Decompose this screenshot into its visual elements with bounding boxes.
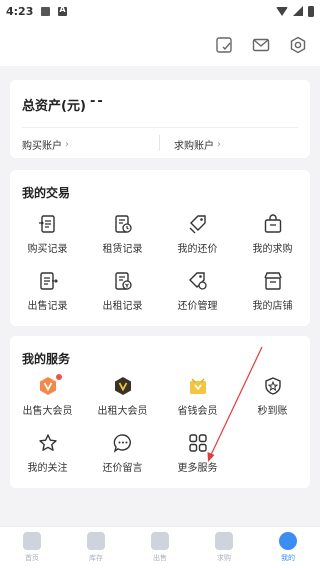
my-request-icon: [264, 214, 281, 233]
service-item-bargain-message[interactable]: 还价留言: [85, 433, 160, 477]
trade-item-label: 购买记录: [27, 244, 68, 255]
assets-card: 总资产(元) -- 购买账户 › 求购账户 ›: [10, 80, 310, 158]
tab-request[interactable]: 求购: [192, 527, 256, 568]
chevron-right-icon: ›: [217, 139, 221, 150]
rent-record-icon: [114, 215, 132, 233]
inventory-icon: [87, 532, 105, 550]
service-item-label: 我的关注: [27, 463, 68, 474]
tab-label: 求购: [217, 554, 231, 562]
edit-icon[interactable]: [215, 36, 233, 54]
battery-icon: [308, 5, 314, 17]
settings-icon[interactable]: [289, 36, 307, 54]
service-item-label: 更多服务: [177, 463, 218, 474]
sell-record-icon: [39, 272, 58, 290]
divider: [22, 127, 298, 128]
my-service-card: 我的服务 出售大会员 出租大会员 省钱会员 秒到账 我的关注 还价留言 更多服务: [10, 336, 310, 488]
trade-item-label: 出租记录: [102, 301, 143, 312]
lease-record-icon: [114, 272, 132, 290]
tab-label: 我的: [281, 554, 295, 562]
trade-item-my-store[interactable]: 我的店铺: [235, 271, 310, 315]
tab-label: 首页: [25, 554, 39, 562]
tab-label: 出售: [153, 554, 167, 562]
divider: [159, 135, 160, 151]
service-item-save-money-vip[interactable]: 省钱会员: [160, 376, 235, 420]
trade-item-label: 我的店铺: [252, 301, 293, 312]
trade-item-label: 租赁记录: [102, 244, 143, 255]
service-item-instant-credit[interactable]: 秒到账: [235, 376, 310, 420]
buy-account-label: 购买账户: [22, 141, 62, 152]
bargain-manage-icon: [188, 272, 207, 290]
home-icon: [23, 532, 41, 550]
chevron-right-icon: ›: [65, 139, 69, 150]
trade-item-bargain-manage[interactable]: 还价管理: [160, 271, 235, 315]
app-notification-icon: [58, 5, 68, 16]
service-item-label: 秒到账: [257, 406, 288, 417]
trade-item-label: 我的求购: [252, 244, 293, 255]
wifi-icon: [276, 6, 288, 16]
tab-home[interactable]: 首页: [0, 527, 64, 568]
store-icon: [263, 272, 282, 290]
top-bar: [0, 22, 320, 66]
buy-record-icon: [38, 215, 55, 233]
service-item-label: 出租大会员: [97, 406, 148, 417]
trade-item-rent-record[interactable]: 租赁记录: [85, 214, 160, 258]
save-money-vip-icon: [189, 378, 206, 394]
status-bar: 4:23: [0, 0, 320, 22]
service-item-my-follow[interactable]: 我的关注: [10, 433, 85, 477]
profile-icon: [279, 532, 297, 550]
sell-icon: [151, 532, 169, 550]
bottom-tab-bar: 首页 库存 出售 求购 我的: [0, 526, 320, 568]
my-trade-title: 我的交易: [22, 186, 71, 200]
buy-account-link[interactable]: 购买账户 ›: [22, 137, 69, 152]
service-item-sell-vip[interactable]: 出售大会员: [10, 374, 85, 420]
status-icons: [276, 5, 314, 17]
my-service-title: 我的服务: [22, 352, 71, 366]
notification-icon: [41, 6, 51, 16]
star-icon: [38, 434, 57, 451]
trade-item-label: 我的还价: [177, 244, 218, 255]
message-icon: [113, 434, 131, 453]
sell-vip-icon: [39, 377, 56, 395]
rent-vip-icon: [114, 377, 131, 395]
trade-item-sell-record[interactable]: 出售记录: [10, 271, 85, 315]
service-item-label: 出售大会员: [22, 406, 73, 417]
total-assets-value: --: [90, 94, 105, 109]
instant-credit-icon: [264, 377, 281, 395]
trade-item-label: 还价管理: [177, 301, 218, 312]
trade-item-lease-record[interactable]: 出租记录: [85, 271, 160, 315]
service-item-rent-vip[interactable]: 出租大会员: [85, 376, 160, 420]
tab-label: 库存: [89, 554, 103, 562]
trade-item-buy-record[interactable]: 购买记录: [10, 214, 85, 258]
tab-inventory[interactable]: 库存: [64, 527, 128, 568]
new-badge-dot: [56, 374, 62, 380]
my-bargain-icon: [189, 215, 206, 234]
trade-item-my-bargain[interactable]: 我的还价: [160, 214, 235, 258]
signal-icon: [293, 6, 303, 16]
mail-icon[interactable]: [252, 36, 270, 54]
request-account-label: 求购账户: [174, 141, 214, 152]
trade-item-my-request[interactable]: 我的求购: [235, 214, 310, 258]
my-trade-card: 我的交易 购买记录 租赁记录 我的还价 我的求购 出售记录 出租记录 还价管理 …: [10, 170, 310, 326]
tab-mine[interactable]: 我的: [256, 527, 320, 568]
status-time: 4:23: [6, 4, 34, 18]
total-assets-label: 总资产(元): [22, 99, 86, 114]
service-item-more-services[interactable]: 更多服务: [160, 433, 235, 477]
heart-icon: [215, 532, 233, 550]
more-services-icon: [188, 434, 207, 452]
service-item-label: 省钱会员: [177, 406, 218, 417]
request-account-link[interactable]: 求购账户 ›: [174, 137, 221, 152]
service-item-label: 还价留言: [102, 463, 143, 474]
tab-sell[interactable]: 出售: [128, 527, 192, 568]
trade-item-label: 出售记录: [27, 301, 68, 312]
